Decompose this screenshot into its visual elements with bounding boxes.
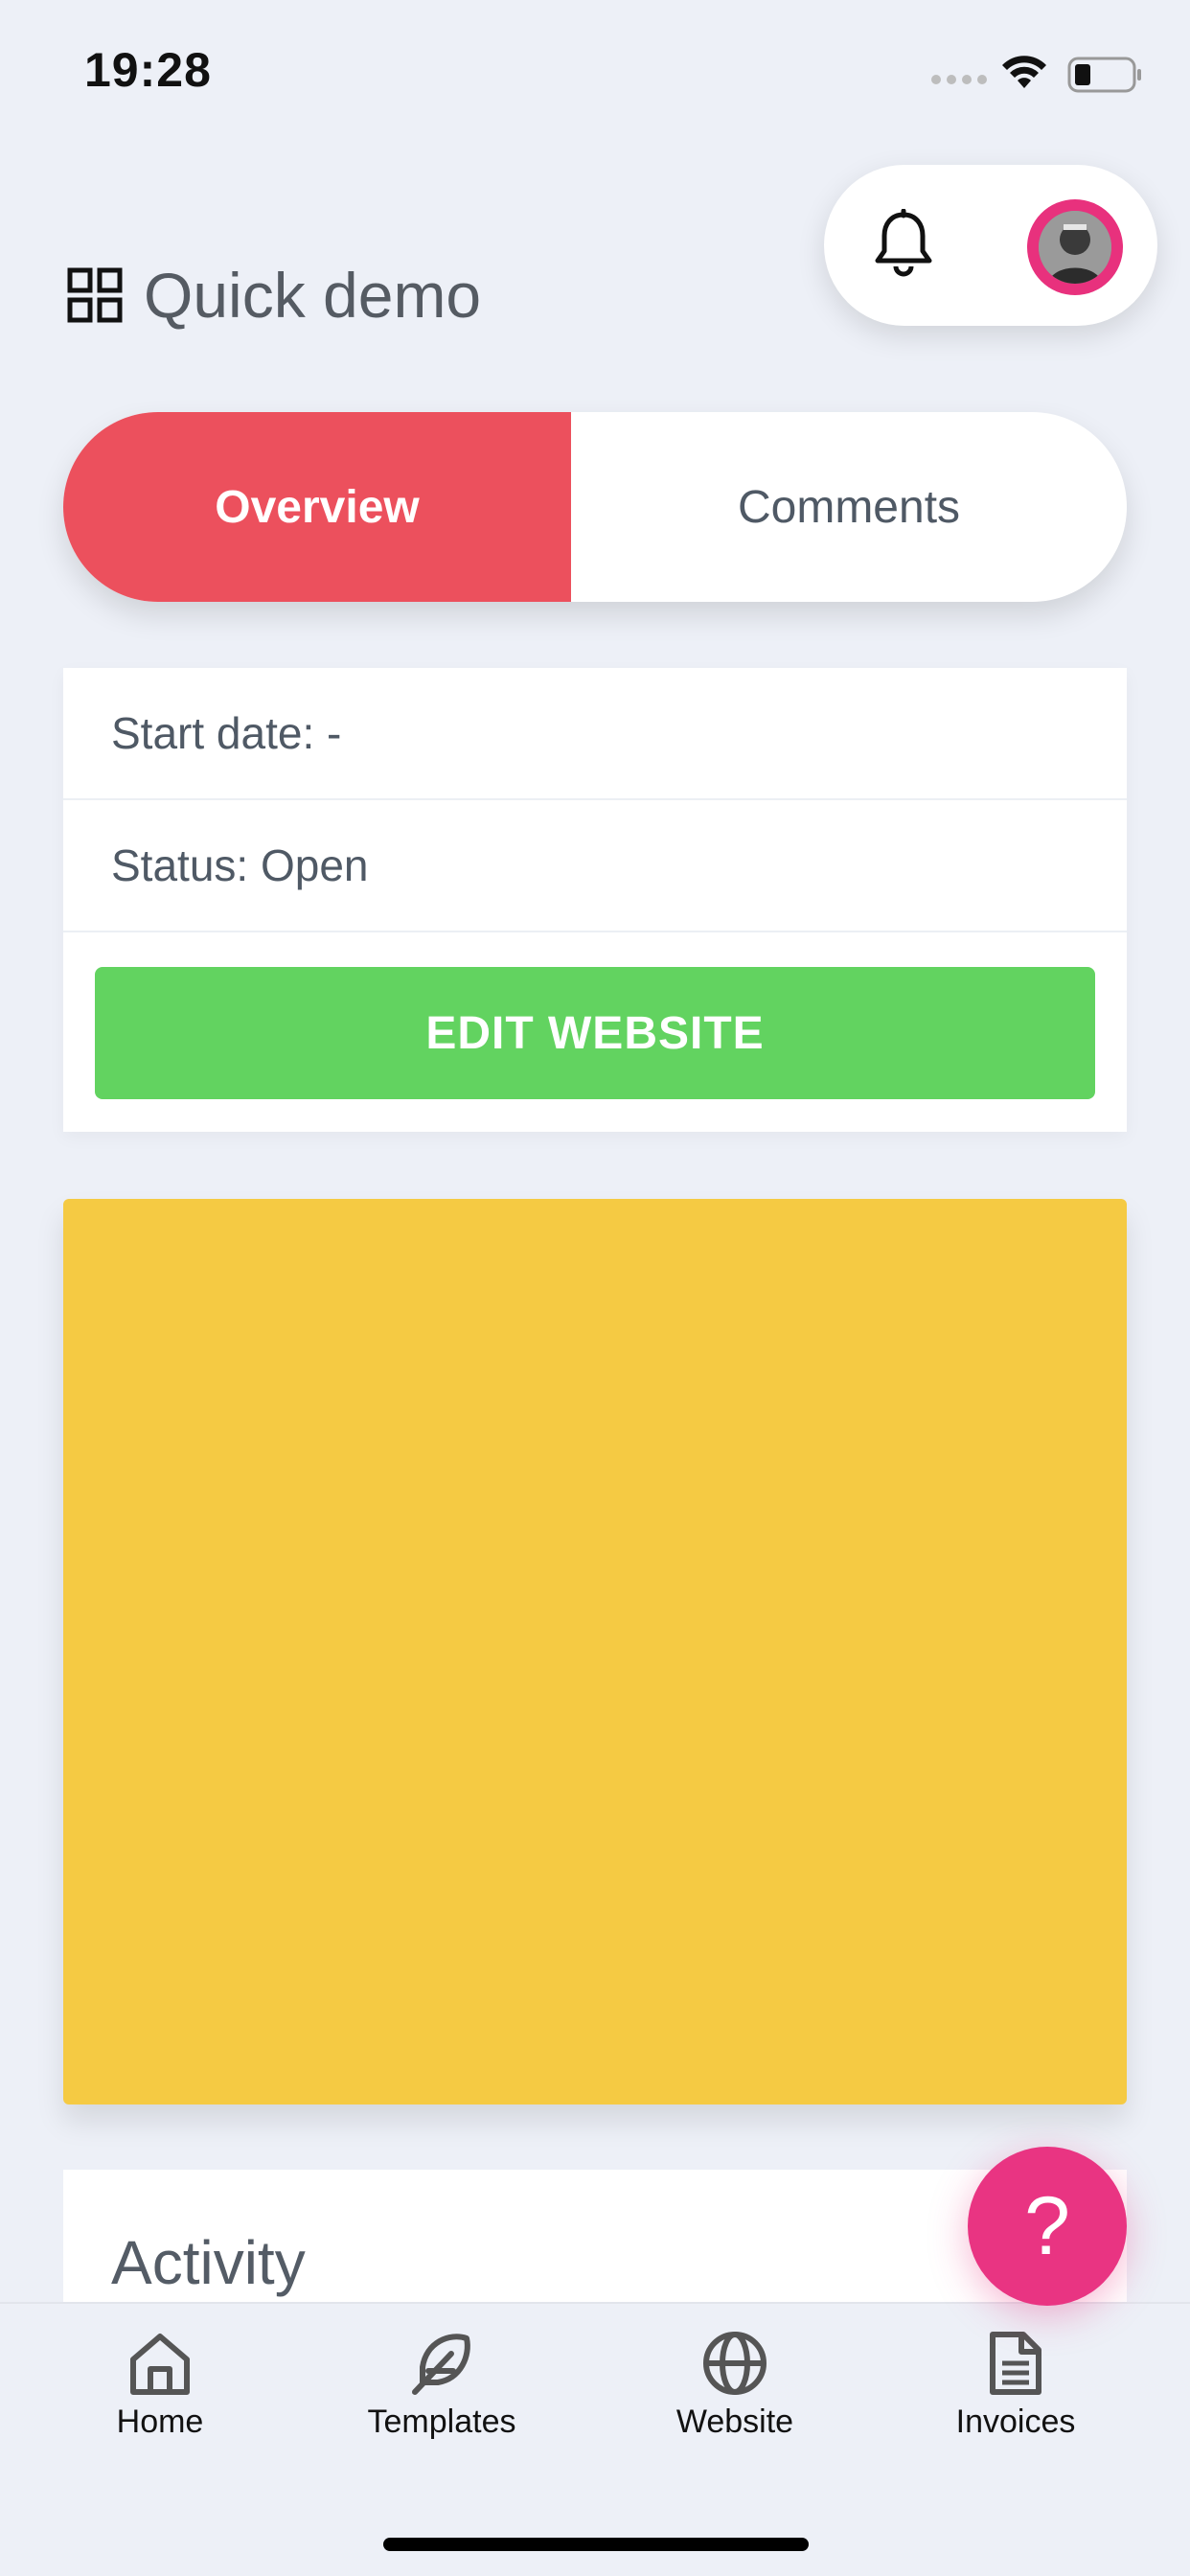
globe-icon <box>703 2332 767 2395</box>
start-date-row: Start date: - <box>63 668 1127 800</box>
wifi-icon <box>1002 56 1046 88</box>
home-indicator <box>383 2538 809 2551</box>
bottom-nav: Home Templates Website Invoices <box>0 2302 1190 2576</box>
tab-comments[interactable]: Comments <box>571 412 1127 602</box>
feather-icon <box>412 2334 470 2395</box>
edit-website-button[interactable]: EDIT WEBSITE <box>95 967 1095 1099</box>
cellular-signal-icon <box>931 75 987 84</box>
nav-templates-label: Templates <box>367 2404 516 2440</box>
help-button[interactable]: ? <box>968 2147 1127 2306</box>
document-icon <box>990 2332 1041 2395</box>
nav-home-label: Home <box>116 2404 204 2440</box>
page-title: Quick demo <box>144 260 482 331</box>
nav-website[interactable]: Website <box>610 2329 859 2441</box>
status-time: 19:28 <box>84 43 212 97</box>
nav-invoices-label: Invoices <box>955 2404 1076 2440</box>
overview-card: Start date: - Status: Open EDIT WEBSITE <box>63 668 1127 1132</box>
page-header: Quick demo <box>67 259 481 332</box>
status-bar: 19:28 <box>0 0 1190 144</box>
bell-icon[interactable] <box>872 209 935 278</box>
home-icon <box>130 2334 190 2395</box>
website-preview[interactable] <box>63 1199 1127 2104</box>
activity-title: Activity <box>111 2228 306 2297</box>
battery-icon <box>1067 57 1141 93</box>
nav-templates[interactable]: Templates <box>317 2329 566 2441</box>
grid-icon <box>67 267 123 323</box>
nav-invoices[interactable]: Invoices <box>891 2329 1140 2441</box>
nav-home[interactable]: Home <box>35 2329 285 2441</box>
avatar[interactable] <box>1027 199 1123 295</box>
segmented-tabs: Overview Comments <box>63 412 1127 602</box>
status-row: Status: Open <box>63 800 1127 932</box>
tab-overview[interactable]: Overview <box>63 412 571 602</box>
avatar-photo <box>1039 211 1111 284</box>
header-actions <box>824 165 1157 326</box>
nav-website-label: Website <box>675 2404 794 2440</box>
